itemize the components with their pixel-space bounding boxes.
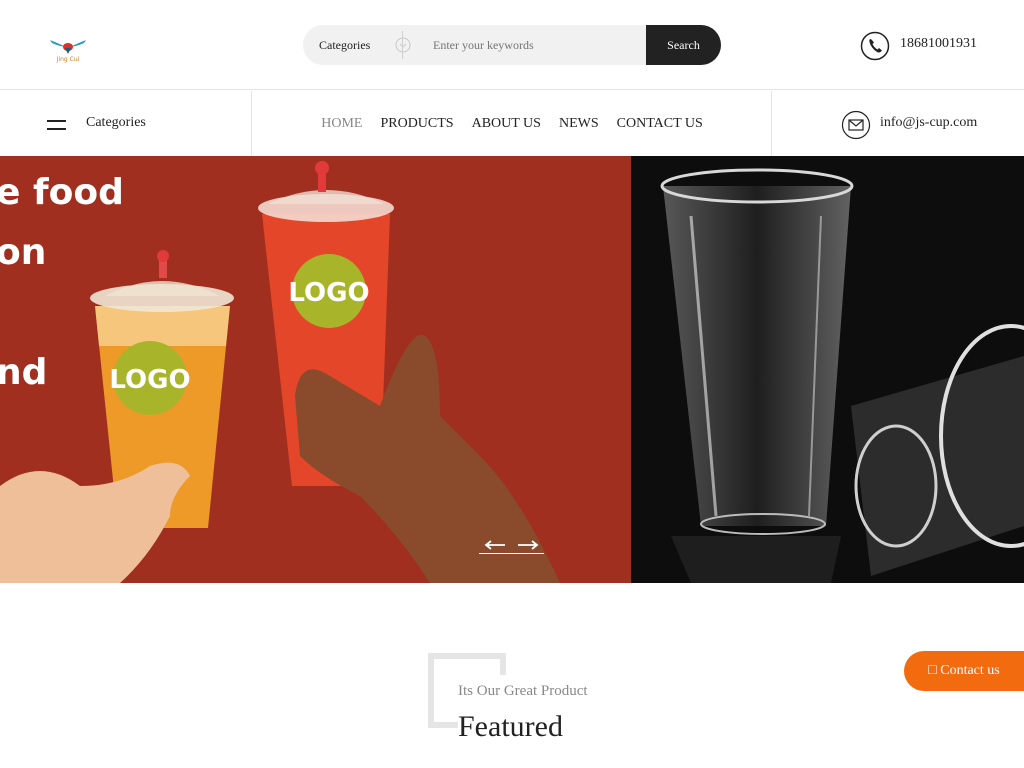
nav-item-contact-us[interactable]: CONTACT US — [617, 116, 703, 132]
chevron-down-icon[interactable] — [395, 37, 411, 53]
arrow-left-icon[interactable] — [484, 538, 506, 550]
featured-subtitle: Its Our Great Product — [458, 683, 588, 699]
email-link[interactable]: info@js-cup.com — [880, 115, 977, 131]
featured-decoration — [428, 722, 458, 728]
phone-icon — [860, 31, 890, 61]
brand-logo[interactable]: Jing Cui — [46, 34, 90, 64]
mail-icon — [841, 110, 871, 140]
banner-slide-drinks: e food on nd LOGO LOGO — [0, 156, 631, 583]
svg-text:LOGO: LOGO — [109, 365, 190, 395]
hamburger-icon[interactable] — [47, 120, 66, 130]
search-bar: Categories Search — [303, 25, 721, 65]
chat-icon: □ — [928, 663, 937, 678]
featured-decoration — [500, 653, 506, 675]
search-input[interactable] — [433, 25, 643, 65]
phone-number[interactable]: 18681001931 — [900, 36, 977, 52]
categories-menu[interactable]: Categories — [0, 91, 252, 156]
svg-text:Jing Cui: Jing Cui — [56, 56, 80, 63]
banner-slide-clear-cups — [631, 156, 1024, 583]
search-divider — [402, 31, 403, 59]
nav-item-about-us[interactable]: ABOUT US — [472, 116, 541, 132]
clear-cups-illustration — [660, 168, 1024, 583]
nav-item-products[interactable]: PRODUCTS — [380, 116, 453, 132]
main-nav: Categories HOME PRODUCTS ABOUT US NEWS C… — [0, 91, 1024, 156]
email-contact: info@js-cup.com — [771, 91, 1024, 156]
nav-menu: HOME PRODUCTS ABOUT US NEWS CONTACT US — [252, 91, 772, 156]
contact-us-button[interactable]: □ Contact us — [904, 651, 1024, 691]
drink-cups-illustration: LOGO LOGO — [0, 161, 560, 583]
hero-banner: e food on nd LOGO LOGO — [0, 156, 1024, 583]
slider-controls — [479, 534, 544, 554]
contact-us-label: Contact us — [940, 663, 1000, 678]
nav-item-news[interactable]: NEWS — [559, 116, 599, 132]
search-button[interactable]: Search — [646, 25, 721, 65]
categories-label[interactable]: Categories — [86, 115, 146, 131]
featured-title: Featured — [458, 710, 563, 743]
svg-text:LOGO: LOGO — [288, 278, 369, 308]
search-category-select[interactable]: Categories — [319, 25, 370, 65]
nav-item-home[interactable]: HOME — [321, 116, 362, 132]
header: Jing Cui Categories Search 18681001931 — [0, 0, 1024, 90]
arrow-right-icon[interactable] — [517, 538, 539, 550]
